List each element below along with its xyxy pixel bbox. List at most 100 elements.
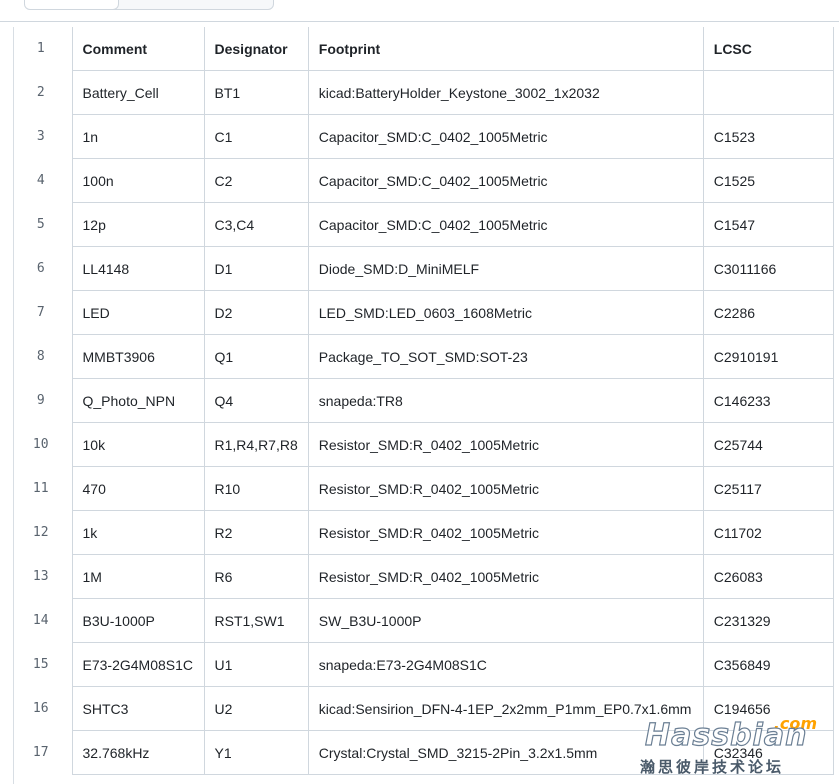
column-header-lcsc: LCSC	[703, 27, 834, 71]
cell-designator: R2	[204, 510, 309, 555]
preview-tab[interactable]	[25, 0, 119, 9]
cell-comment: LL4148	[72, 246, 205, 291]
line-number[interactable]: 5	[14, 202, 73, 247]
cell-lcsc: C1547	[703, 202, 834, 247]
view-mode-toggle	[24, 0, 274, 10]
cell-lcsc: C231329	[703, 598, 834, 643]
cell-comment: Q_Photo_NPN	[72, 378, 205, 423]
table-row: 16 SHTC3 U2 kicad:Sensirion_DFN-4-1EP_2x2mm…	[14, 686, 834, 731]
table-row: 4 100n C2 Capacitor_SMD:C_0402_1005Metric C1…	[14, 158, 834, 203]
line-number[interactable]: 16	[14, 686, 73, 731]
csv-table-container: 1 Comment Designator Footprint LCSC 2 Bat…	[13, 27, 839, 784]
cell-designator: R6	[204, 554, 309, 599]
cell-designator: RST1,SW1	[204, 598, 309, 643]
column-header-designator: Designator	[204, 27, 309, 71]
cell-comment: 1n	[72, 114, 205, 159]
cell-lcsc: C146233	[703, 378, 834, 423]
cell-footprint: kicad:BatteryHolder_Keystone_3002_1x2032	[308, 70, 704, 115]
column-header-comment: Comment	[72, 27, 205, 71]
line-number[interactable]: 7	[14, 290, 73, 335]
table-row: 8 MMBT3906 Q1 Package_TO_SOT_SMD:SOT-23 C291…	[14, 334, 834, 379]
cell-comment: LED	[72, 290, 205, 335]
cell-designator: C2	[204, 158, 309, 203]
line-number[interactable]: 4	[14, 158, 73, 203]
cell-designator: U2	[204, 686, 309, 731]
table-row: 15 E73-2G4M08S1C U1 snapeda:E73-2G4M08S1C C3…	[14, 642, 834, 687]
table-row: 7 LED D2 LED_SMD:LED_0603_1608Metric C2286	[14, 290, 834, 335]
table-row: 12 1k R2 Resistor_SMD:R_0402_1005Metric C117…	[14, 510, 834, 555]
cell-lcsc	[703, 70, 834, 115]
line-number[interactable]: 13	[14, 554, 73, 599]
cell-designator: C3,C4	[204, 202, 309, 247]
line-number[interactable]: 17	[14, 730, 73, 775]
cell-lcsc: C26083	[703, 554, 834, 599]
table-row: 2 Battery_Cell BT1 kicad:BatteryHolder_Keys…	[14, 70, 834, 115]
line-number[interactable]: 11	[14, 466, 73, 511]
cell-footprint: Capacitor_SMD:C_0402_1005Metric	[308, 202, 704, 247]
line-number[interactable]: 12	[14, 510, 73, 555]
cell-designator: D1	[204, 246, 309, 291]
line-number[interactable]: 10	[14, 422, 73, 467]
cell-lcsc: C2286	[703, 290, 834, 335]
cell-lcsc: C25117	[703, 466, 834, 511]
line-number[interactable]: 14	[14, 598, 73, 643]
cell-footprint: kicad:Sensirion_DFN-4-1EP_2x2mm_P1mm_EP0…	[308, 686, 704, 731]
line-number[interactable]: 3	[14, 114, 73, 159]
cell-lcsc: C32346	[703, 730, 834, 775]
cell-designator: R1,R4,R7,R8	[204, 422, 309, 467]
cell-footprint: Capacitor_SMD:C_0402_1005Metric	[308, 158, 704, 203]
cell-footprint: Resistor_SMD:R_0402_1005Metric	[308, 554, 704, 599]
cell-footprint: Crystal:Crystal_SMD_3215-2Pin_3.2x1.5mm	[308, 730, 704, 775]
line-number[interactable]: 6	[14, 246, 73, 291]
cell-comment: SHTC3	[72, 686, 205, 731]
cell-designator: Y1	[204, 730, 309, 775]
cell-lcsc: C1525	[703, 158, 834, 203]
table-row: 13 1M R6 Resistor_SMD:R_0402_1005Metric C260…	[14, 554, 834, 599]
cell-lcsc: C3011166	[703, 246, 834, 291]
line-number[interactable]: 15	[14, 642, 73, 687]
cell-lcsc: C1523	[703, 114, 834, 159]
table-row: 10 10k R1,R4,R7,R8 Resistor_SMD:R_0402_1005…	[14, 422, 834, 467]
table-row: 9 Q_Photo_NPN Q4 snapeda:TR8 C146233	[14, 378, 834, 423]
cell-lcsc: C25744	[703, 422, 834, 467]
table-row: 3 1n C1 Capacitor_SMD:C_0402_1005Metric C152…	[14, 114, 834, 159]
column-header-footprint: Footprint	[308, 27, 704, 71]
cell-designator: Q1	[204, 334, 309, 379]
line-number[interactable]: 1	[14, 27, 73, 71]
cell-footprint: SW_B3U-1000P	[308, 598, 704, 643]
cell-comment: B3U-1000P	[72, 598, 205, 643]
cell-designator: R10	[204, 466, 309, 511]
csv-table: 1 Comment Designator Footprint LCSC 2 Bat…	[14, 27, 834, 775]
cell-designator: BT1	[204, 70, 309, 115]
table-row: 17 32.768kHz Y1 Crystal:Crystal_SMD_3215-2P…	[14, 730, 834, 775]
cell-lcsc: C2910191	[703, 334, 834, 379]
cell-lcsc: C11702	[703, 510, 834, 555]
file-view-toolbar	[0, 0, 839, 22]
cell-footprint: snapeda:TR8	[308, 378, 704, 423]
cell-comment: Battery_Cell	[72, 70, 205, 115]
cell-comment: MMBT3906	[72, 334, 205, 379]
line-number[interactable]: 8	[14, 334, 73, 379]
cell-lcsc: C356849	[703, 642, 834, 687]
table-row: 11 470 R10 Resistor_SMD:R_0402_1005Metric C2…	[14, 466, 834, 511]
cell-designator: Q4	[204, 378, 309, 423]
cell-comment: 1M	[72, 554, 205, 599]
cell-comment: 470	[72, 466, 205, 511]
cell-designator: U1	[204, 642, 309, 687]
line-number[interactable]: 2	[14, 70, 73, 115]
table-header-row: 1 Comment Designator Footprint LCSC	[14, 27, 834, 71]
cell-footprint: LED_SMD:LED_0603_1608Metric	[308, 290, 704, 335]
cell-lcsc: C194656	[703, 686, 834, 731]
table-row: 6 LL4148 D1 Diode_SMD:D_MiniMELF C3011166	[14, 246, 834, 291]
cell-comment: E73-2G4M08S1C	[72, 642, 205, 687]
cell-footprint: Resistor_SMD:R_0402_1005Metric	[308, 510, 704, 555]
cell-footprint: Capacitor_SMD:C_0402_1005Metric	[308, 114, 704, 159]
cell-comment: 12p	[72, 202, 205, 247]
cell-comment: 1k	[72, 510, 205, 555]
table-row: 14 B3U-1000P RST1,SW1 SW_B3U-1000P C231329	[14, 598, 834, 643]
cell-designator: C1	[204, 114, 309, 159]
cell-footprint: Resistor_SMD:R_0402_1005Metric	[308, 466, 704, 511]
cell-footprint: Package_TO_SOT_SMD:SOT-23	[308, 334, 704, 379]
line-number[interactable]: 9	[14, 378, 73, 423]
cell-footprint: Resistor_SMD:R_0402_1005Metric	[308, 422, 704, 467]
